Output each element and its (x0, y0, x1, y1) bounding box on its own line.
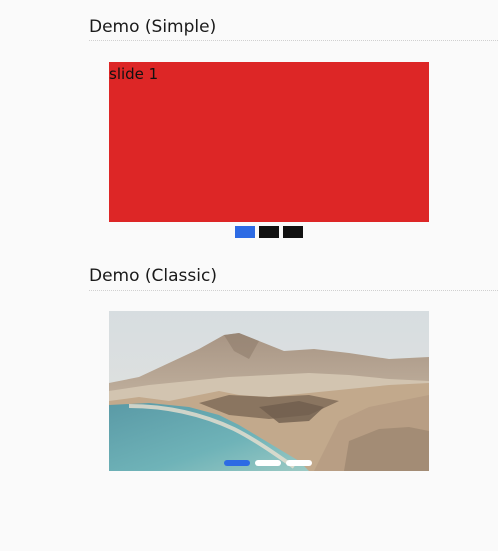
pagination-dot-3[interactable] (283, 226, 303, 238)
pagination-dot-1[interactable] (235, 226, 255, 238)
pagination-dot-2[interactable] (255, 460, 281, 466)
carousel-slide: slide 1 (109, 62, 429, 222)
pagination-dot-1[interactable] (224, 460, 250, 466)
slide-label: slide 1 (109, 65, 159, 83)
classic-carousel-pagination (224, 460, 312, 466)
classic-carousel[interactable] (109, 311, 429, 471)
carousel-slide-image (109, 311, 429, 471)
simple-carousel[interactable]: slide 1 (109, 62, 429, 222)
section-divider (89, 40, 498, 41)
section-title-simple: Demo (Simple) (89, 17, 217, 37)
section-title-classic: Demo (Classic) (89, 266, 217, 286)
pagination-dot-3[interactable] (286, 460, 312, 466)
pagination-dot-2[interactable] (259, 226, 279, 238)
simple-carousel-pagination (235, 226, 303, 238)
section-divider (89, 290, 498, 291)
